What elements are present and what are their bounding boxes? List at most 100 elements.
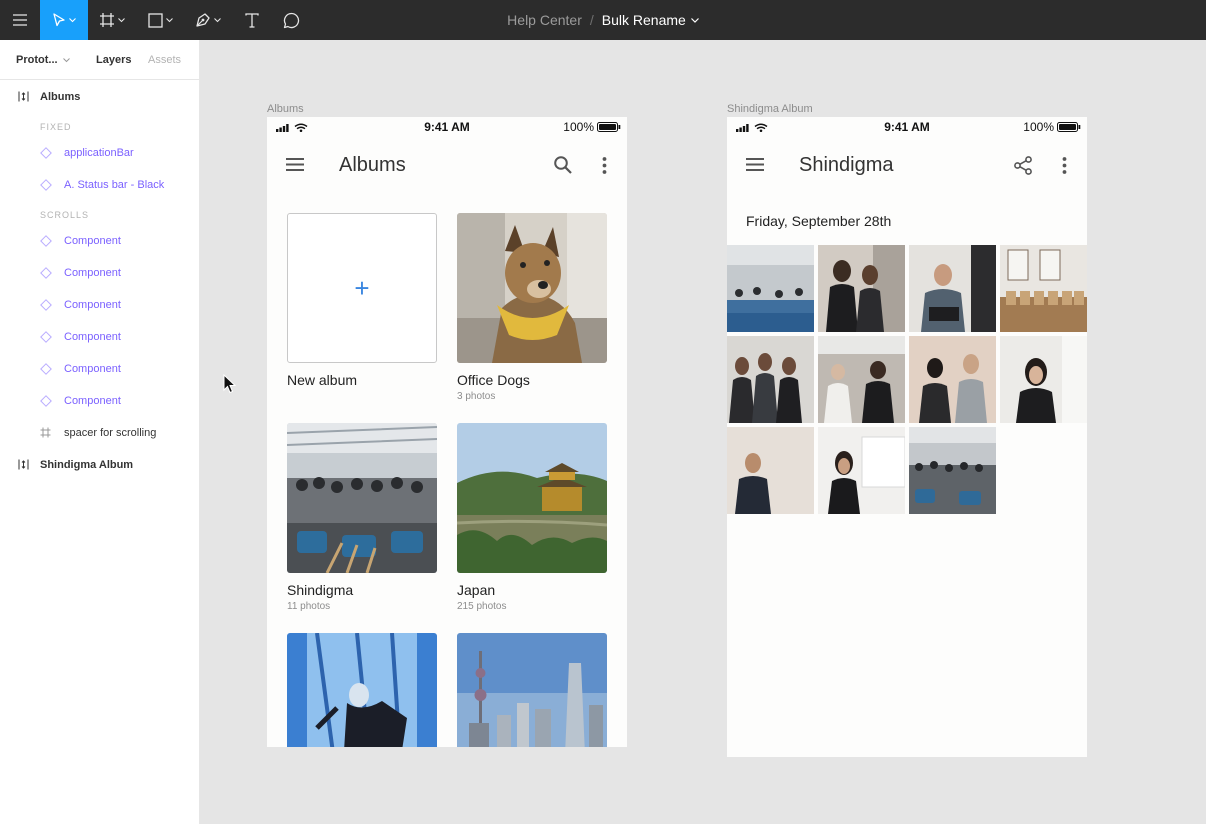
album-photo-count: 11 photos — [287, 601, 331, 612]
frame-scroll-icon — [18, 459, 29, 470]
layer-component[interactable]: Component — [0, 353, 200, 385]
date-heading: Friday, September 28th — [746, 213, 892, 229]
frame-scroll-icon — [18, 91, 29, 102]
component-instance-icon — [40, 395, 52, 407]
album-cover-city-skyline[interactable] — [457, 633, 607, 747]
component-instance-icon — [40, 179, 52, 191]
page-selector[interactable]: Protot... — [16, 54, 70, 66]
layer-label: applicationBar — [64, 147, 134, 159]
status-bar: 9:41 AM 100% — [267, 117, 627, 137]
event-crowd-photo — [287, 423, 437, 573]
panel-tabs: Protot... Layers Assets — [0, 40, 199, 80]
layer-label: Component — [64, 363, 121, 375]
photo-thumbnail[interactable] — [909, 427, 996, 514]
layer-component[interactable]: Component — [0, 289, 200, 321]
app-title: Albums — [339, 154, 406, 176]
photo-thumbnail[interactable] — [818, 245, 905, 332]
album-title: Office Dogs — [457, 372, 530, 388]
more-vert-icon[interactable] — [1062, 157, 1067, 174]
layer-component[interactable]: Component — [0, 257, 200, 289]
layer-component[interactable]: Component — [0, 225, 200, 257]
album-cover-japan[interactable] — [457, 423, 607, 573]
layer-component-applicationbar[interactable]: applicationBar — [0, 137, 200, 169]
photo-thumbnail[interactable] — [1000, 245, 1087, 332]
chevron-down-icon[interactable] — [690, 17, 699, 23]
layer-frame-shindigma-album[interactable]: Shindigma Album — [0, 449, 200, 481]
temple-photo — [457, 423, 607, 573]
layer-frame-albums[interactable]: Albums — [0, 81, 200, 113]
status-bar: 9:41 AM 100% — [727, 117, 1087, 137]
album-title: New album — [287, 372, 358, 388]
breadcrumb: Help Center / Bulk Rename — [0, 0, 1206, 40]
layer-label: Component — [64, 395, 121, 407]
tab-layers[interactable]: Layers — [96, 54, 131, 66]
layer-label: Component — [64, 331, 121, 343]
component-instance-icon — [40, 147, 52, 159]
album-title: Japan — [457, 582, 496, 598]
photo-thumbnail[interactable] — [818, 336, 905, 423]
breadcrumb-separator: / — [589, 12, 594, 28]
component-instance-icon — [40, 267, 52, 279]
layer-component[interactable]: Component — [0, 385, 200, 417]
battery-percent: 100% — [563, 120, 594, 134]
search-icon[interactable] — [554, 156, 572, 174]
people-talking-photo — [818, 245, 905, 332]
breadcrumb-project[interactable]: Help Center — [507, 12, 582, 28]
frame-label-shindigma-album[interactable]: Shindigma Album — [727, 103, 813, 115]
layer-label: Shindigma Album — [40, 459, 134, 471]
album-title: Shindigma — [799, 154, 894, 176]
album-photo-count: 215 photos — [457, 601, 507, 612]
photo-thumbnail[interactable] — [727, 245, 814, 332]
component-instance-icon — [40, 331, 52, 343]
layer-label: Component — [64, 235, 121, 247]
speaker-photo — [727, 427, 814, 514]
chevron-down-icon — [62, 58, 70, 63]
woman-smiling-photo — [1000, 336, 1087, 423]
file-name[interactable]: Bulk Rename — [602, 12, 686, 28]
photo-thumbnail[interactable] — [727, 427, 814, 514]
photo-thumbnail[interactable] — [909, 336, 996, 423]
album-cover-office-dogs[interactable] — [457, 213, 607, 363]
tab-assets[interactable]: Assets — [148, 54, 181, 66]
hamburger-menu-icon[interactable] — [746, 158, 764, 171]
event-chat-photo — [818, 336, 905, 423]
audience-photo — [909, 427, 996, 514]
photo-thumbnail[interactable] — [909, 245, 996, 332]
skyline-photo — [457, 633, 607, 747]
new-album-tile[interactable]: + — [287, 213, 437, 363]
layer-component[interactable]: Component — [0, 321, 200, 353]
component-instance-icon — [40, 299, 52, 311]
more-vert-icon[interactable] — [602, 157, 607, 174]
frame-label-albums[interactable]: Albums — [267, 103, 304, 115]
layer-label: A. Status bar - Black — [64, 179, 165, 191]
albums-frame[interactable]: 9:41 AM 100% Albums + New album Office D… — [267, 117, 627, 747]
battery-icon — [1057, 122, 1081, 132]
office-photo — [727, 245, 814, 332]
section-fixed-label: FIXED — [40, 122, 72, 132]
mouse-cursor-icon — [223, 374, 237, 394]
frame-icon — [40, 427, 51, 438]
two-people-photo — [909, 336, 996, 423]
album-photo-count: 3 photos — [457, 391, 496, 402]
group-photo — [727, 336, 814, 423]
hamburger-menu-icon[interactable] — [286, 158, 304, 171]
layer-label: spacer for scrolling — [64, 427, 157, 439]
photo-thumbnail[interactable] — [818, 427, 905, 514]
man-laptop-photo — [909, 245, 996, 332]
section-scrolls-label: SCROLLS — [40, 210, 90, 220]
presenter-photo — [818, 427, 905, 514]
share-icon[interactable] — [1014, 156, 1032, 175]
layer-component-status-bar[interactable]: A. Status bar - Black — [0, 169, 200, 201]
battery-percent: 100% — [1023, 120, 1054, 134]
shindigma-album-frame[interactable]: 9:41 AM 100% Shindigma Friday, September… — [727, 117, 1087, 757]
toolbar: Help Center / Bulk Rename — [0, 0, 1206, 40]
album-cover-blue-figure[interactable] — [287, 633, 437, 747]
album-title: Shindigma — [287, 582, 354, 598]
layer-frame-spacer[interactable]: spacer for scrolling — [0, 417, 200, 449]
album-cover-shindigma[interactable] — [287, 423, 437, 573]
photo-thumbnail[interactable] — [1000, 336, 1087, 423]
plus-icon: + — [354, 272, 370, 303]
photo-thumbnail[interactable] — [727, 336, 814, 423]
food-table-photo — [1000, 245, 1087, 332]
blue-figure-photo — [287, 633, 437, 747]
